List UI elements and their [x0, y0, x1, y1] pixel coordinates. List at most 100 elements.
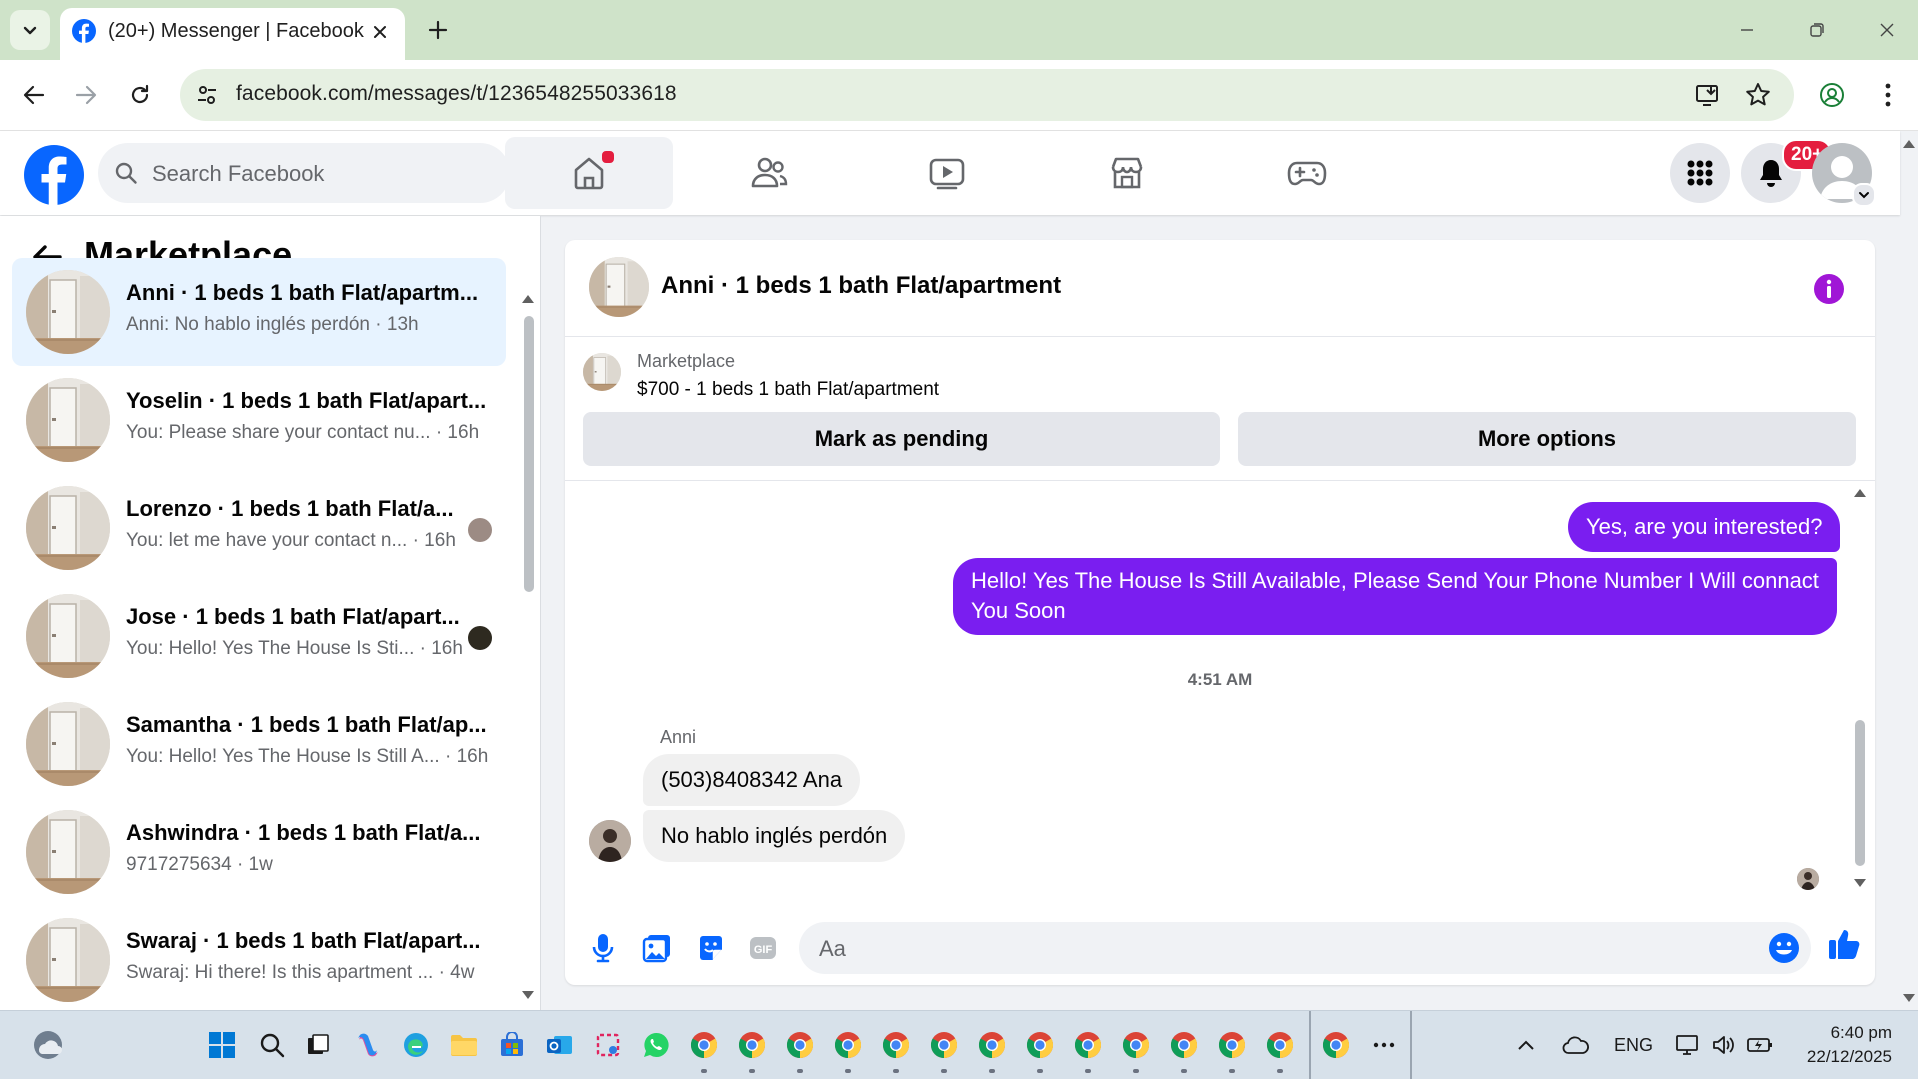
- restore-button[interactable]: [1792, 10, 1842, 50]
- file-explorer-button[interactable]: [444, 1025, 484, 1065]
- conversation-item[interactable]: Ashwindra · 1 beds 1 bath Flat/a... 9717…: [12, 798, 506, 906]
- scroll-up-arrow-icon[interactable]: [1852, 486, 1868, 500]
- battery-button[interactable]: [1740, 1025, 1780, 1065]
- store-button[interactable]: [492, 1025, 532, 1065]
- onedrive-button[interactable]: [1556, 1025, 1596, 1065]
- chrome-window-button[interactable]: [1068, 1025, 1108, 1065]
- listing-summary[interactable]: Marketplace $700 - 1 beds 1 bath Flat/ap…: [565, 337, 1875, 421]
- new-tab-button[interactable]: [420, 15, 456, 45]
- chrome-window-button[interactable]: [972, 1025, 1012, 1065]
- address-bar[interactable]: facebook.com/messages/t/1236548255033618: [180, 69, 1794, 121]
- scroll-down-arrow-icon[interactable]: [520, 988, 536, 1002]
- url-text[interactable]: facebook.com/messages/t/1236548255033618: [236, 82, 677, 106]
- chrome-window-button[interactable]: [684, 1025, 724, 1065]
- conversation-item[interactable]: Samantha · 1 beds 1 bath Flat/ap... You:…: [12, 690, 506, 798]
- show-hidden-icons-button[interactable]: [1506, 1025, 1546, 1065]
- input-language[interactable]: ENG: [1614, 1035, 1653, 1056]
- snipping-tool-button[interactable]: [588, 1025, 628, 1065]
- chrome-window-button[interactable]: [1164, 1025, 1204, 1065]
- volume-button[interactable]: [1704, 1025, 1744, 1065]
- page-scroll-down-arrow[interactable]: [1902, 992, 1916, 1004]
- chrome-icon: [978, 1032, 1006, 1059]
- search-button[interactable]: [252, 1025, 292, 1065]
- attach-photo-button[interactable]: [639, 930, 675, 966]
- taskbar-overflow-button[interactable]: [1364, 1025, 1404, 1065]
- task-view-icon: [308, 1034, 329, 1054]
- nav-video-tab[interactable]: [863, 137, 1031, 209]
- tab-close-button[interactable]: [369, 21, 391, 43]
- menu-grid-button[interactable]: [1670, 143, 1730, 203]
- copilot-button[interactable]: [348, 1025, 388, 1065]
- whatsapp-button[interactable]: [636, 1025, 676, 1065]
- outgoing-message[interactable]: Yes, are you interested?: [1568, 502, 1841, 552]
- more-options-button[interactable]: More options: [1238, 412, 1856, 466]
- minimize-button[interactable]: [1722, 10, 1772, 50]
- scrollbar-thumb[interactable]: [524, 316, 534, 592]
- gif-icon: GIF: [750, 937, 776, 959]
- chrome-window-button[interactable]: [1116, 1025, 1156, 1065]
- listing-thumbnail[interactable]: [589, 257, 649, 317]
- mark-as-pending-button[interactable]: Mark as pending: [583, 412, 1220, 466]
- browser-menu-button[interactable]: [1870, 75, 1906, 115]
- chrome-window-button[interactable]: [732, 1025, 772, 1065]
- chrome-window-button[interactable]: [828, 1025, 868, 1065]
- sticker-button[interactable]: [693, 930, 729, 966]
- account-menu-chevron[interactable]: [1852, 183, 1876, 207]
- nav-home-tab[interactable]: [505, 137, 673, 209]
- message-input-box[interactable]: [799, 922, 1811, 976]
- gif-button[interactable]: GIF: [745, 930, 781, 966]
- outgoing-message[interactable]: Hello! Yes The House Is Still Available,…: [953, 558, 1837, 635]
- close-window-button[interactable]: [1862, 10, 1912, 50]
- browser-tab-strip: (20+) Messenger | Facebook: [0, 0, 1918, 60]
- chat-title[interactable]: Anni · 1 beds 1 bath Flat/apartment: [661, 272, 1061, 300]
- nav-friends-tab[interactable]: [685, 137, 853, 209]
- chrome-window-button[interactable]: [1212, 1025, 1252, 1065]
- chrome-window-button[interactable]: [876, 1025, 916, 1065]
- emoji-icon[interactable]: [1767, 931, 1801, 965]
- messages-scrollbar-thumb[interactable]: [1855, 720, 1865, 866]
- chrome-window-button[interactable]: [1260, 1025, 1300, 1065]
- chrome-pinned-button[interactable]: [1316, 1025, 1356, 1065]
- sender-avatar[interactable]: [589, 820, 631, 862]
- browser-tab-active[interactable]: (20+) Messenger | Facebook: [60, 8, 405, 60]
- conversation-item[interactable]: Jose · 1 beds 1 bath Flat/apart... You: …: [12, 582, 506, 690]
- bookmark-button[interactable]: [1744, 81, 1772, 109]
- install-app-button[interactable]: [1694, 81, 1722, 109]
- incoming-message[interactable]: (503)8408342 Ana: [643, 754, 861, 806]
- conversation-item[interactable]: Yoselin · 1 beds 1 bath Flat/apart... Yo…: [12, 366, 506, 474]
- chrome-window-button[interactable]: [1020, 1025, 1060, 1065]
- chrome-window-button[interactable]: [924, 1025, 964, 1065]
- scroll-down-arrow-icon[interactable]: [1852, 876, 1868, 890]
- system-clock[interactable]: 6:40 pm 22/12/2025: [1790, 1021, 1892, 1069]
- chrome-window-button[interactable]: [780, 1025, 820, 1065]
- incoming-message[interactable]: No hablo inglés perdón: [643, 810, 906, 862]
- reload-button[interactable]: [120, 75, 160, 115]
- facebook-logo-icon[interactable]: [24, 145, 84, 205]
- search-input[interactable]: [150, 143, 494, 205]
- facebook-search[interactable]: [98, 143, 510, 205]
- marketplace-icon: [1111, 157, 1143, 189]
- site-info-button[interactable]: [194, 82, 220, 108]
- outlook-button[interactable]: [540, 1025, 580, 1065]
- widgets-button[interactable]: [28, 1025, 68, 1065]
- network-button[interactable]: [1668, 1025, 1708, 1065]
- conversation-item[interactable]: Anni · 1 beds 1 bath Flat/apartm... Anni…: [12, 258, 506, 366]
- voice-clip-button[interactable]: [585, 930, 621, 966]
- edge-button[interactable]: [396, 1025, 436, 1065]
- tab-search-button[interactable]: [10, 10, 50, 50]
- info-icon[interactable]: [1813, 273, 1845, 305]
- back-button[interactable]: [14, 75, 54, 115]
- store-icon: [501, 1032, 523, 1056]
- scroll-up-arrow-icon[interactable]: [520, 292, 536, 306]
- conversation-item[interactable]: Swaraj · 1 beds 1 bath Flat/apart... Swa…: [12, 906, 506, 1010]
- task-view-button[interactable]: [298, 1025, 338, 1065]
- page-scroll-up-arrow[interactable]: [1902, 138, 1916, 150]
- browser-profile-button[interactable]: [1812, 75, 1852, 115]
- message-input[interactable]: [817, 922, 1751, 976]
- start-button[interactable]: [202, 1025, 242, 1065]
- thumbs-up-icon[interactable]: [1827, 926, 1863, 962]
- forward-button[interactable]: [66, 75, 106, 115]
- nav-gaming-tab[interactable]: [1223, 137, 1391, 209]
- nav-marketplace-tab[interactable]: [1043, 137, 1211, 209]
- conversation-item[interactable]: Lorenzo · 1 beds 1 bath Flat/a... You: l…: [12, 474, 506, 582]
